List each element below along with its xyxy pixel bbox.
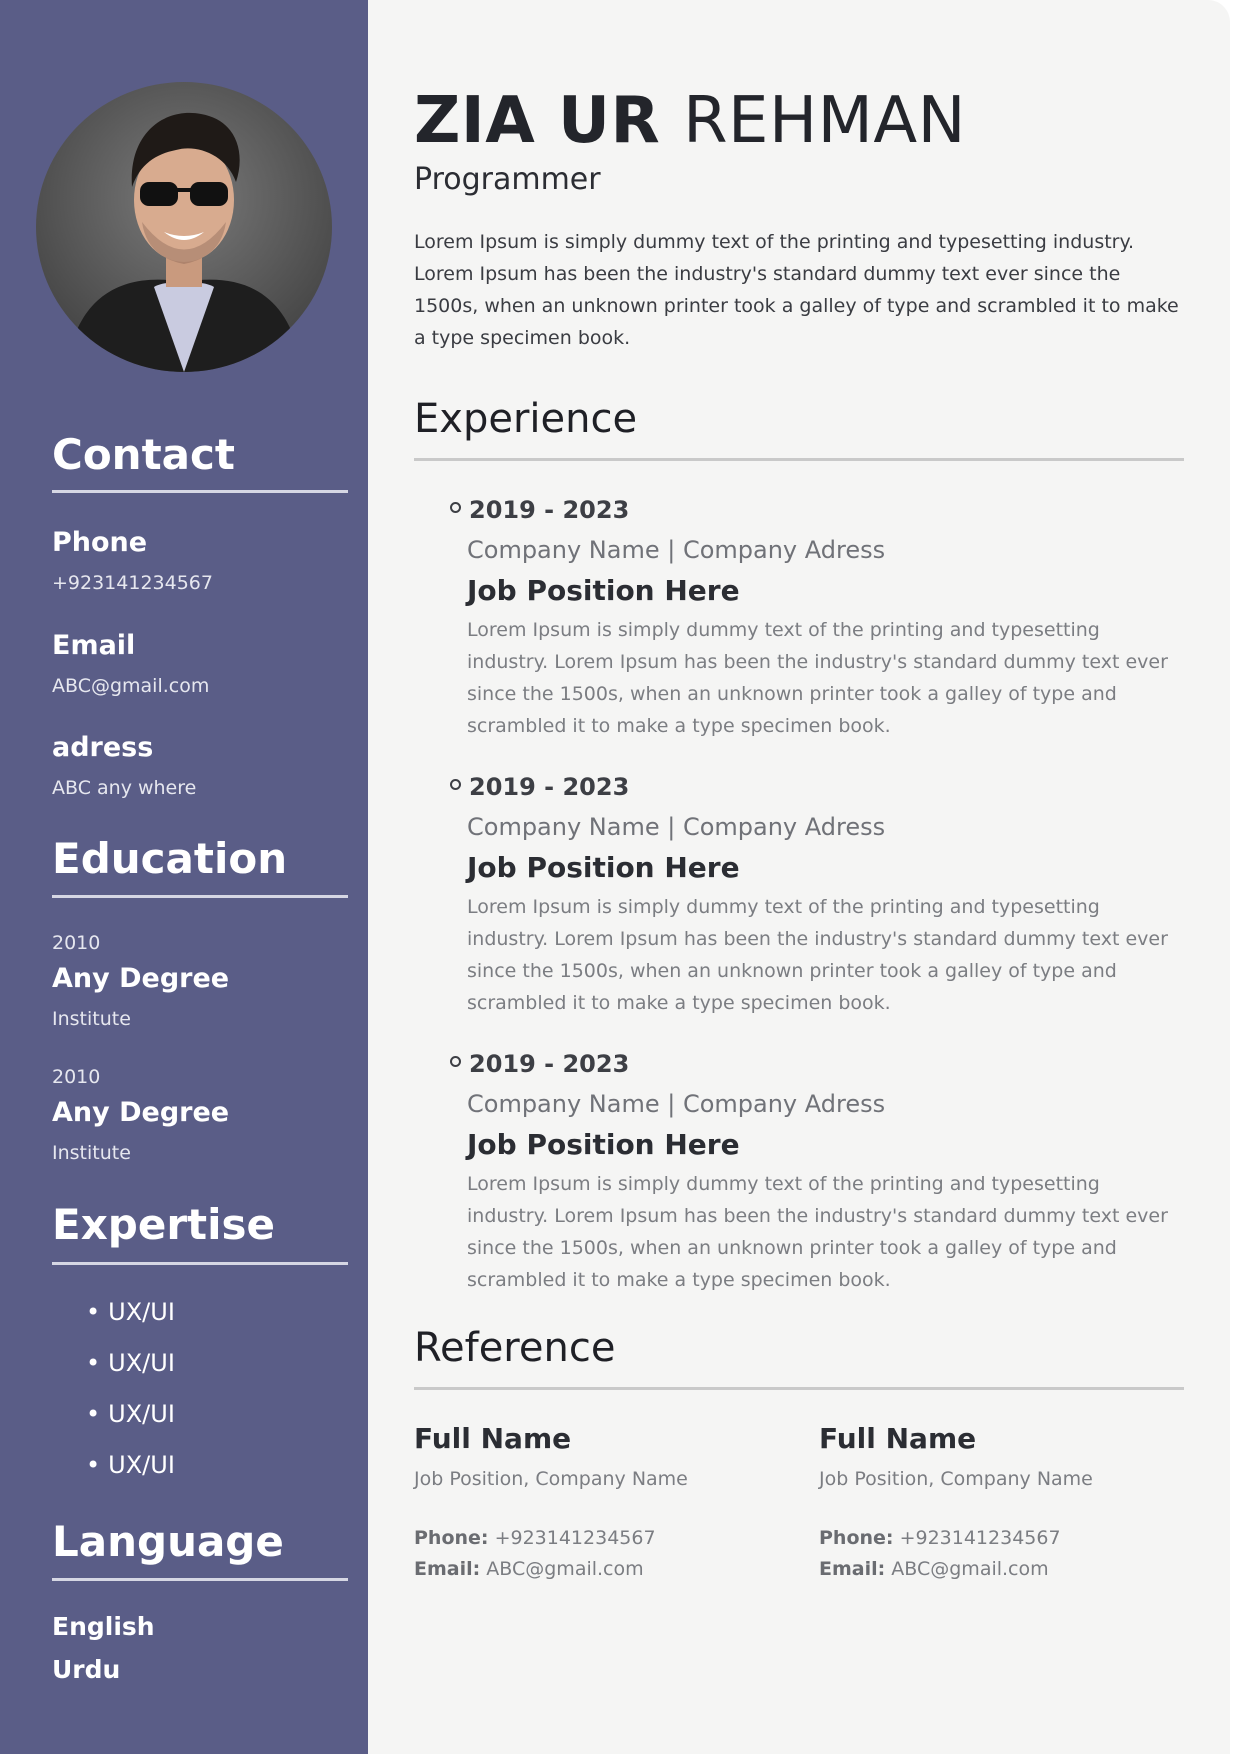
education-year: 2010 [52, 1066, 101, 1088]
job-role: Programmer [414, 162, 601, 197]
reference-position: Job Position, Company Name [819, 1468, 1093, 1490]
experience-dates-text: 2019 - 2023 [469, 773, 630, 801]
experience-company: Company Name | Company Adress [467, 1090, 886, 1118]
phone-label: Phone [52, 527, 148, 558]
education-institute: Institute [52, 1008, 131, 1030]
education-year: 2010 [52, 932, 101, 954]
education-degree: Any Degree [52, 963, 230, 994]
profile-summary: Lorem Ipsum is simply dummy text of the … [414, 231, 1179, 349]
language-item: Urdu [52, 1655, 121, 1684]
experience-position: Job Position Here [467, 574, 740, 607]
reference-name: Full Name [414, 1422, 572, 1455]
education-institute: Institute [52, 1142, 131, 1164]
reference-phone-label: Phone: [414, 1527, 489, 1549]
reference-email-label: Email: [414, 1558, 481, 1580]
reference-email: Email: ABC@gmail.com [414, 1558, 644, 1580]
resume-sheet: Contact Phone +923141234567 Email ABC@gm… [0, 0, 1230, 1754]
experience-description: Lorem Ipsum is simply dummy text of the … [467, 619, 1168, 737]
email-label: Email [52, 630, 136, 661]
language-heading: Language [52, 1517, 284, 1566]
experience-heading: Experience [414, 396, 638, 442]
reference-divider [414, 1387, 1184, 1390]
reference-email-label: Email: [819, 1558, 886, 1580]
last-name: REHMAN [683, 84, 966, 158]
reference-phone-label: Phone: [819, 1527, 894, 1549]
reference-heading: Reference [414, 1325, 616, 1371]
reference-phone: Phone: +923141234567 [414, 1527, 656, 1549]
reference-phone: Phone: +923141234567 [819, 1527, 1061, 1549]
email-value: ABC@gmail.com [52, 675, 210, 697]
experience-description: Lorem Ipsum is simply dummy text of the … [467, 896, 1168, 1014]
contact-heading: Contact [52, 430, 235, 479]
person-name: ZIA UR REHMAN [414, 84, 966, 158]
reference-email: Email: ABC@gmail.com [819, 1558, 1049, 1580]
expertise-item: UX/UI [86, 1298, 175, 1326]
experience-company: Company Name | Company Adress [467, 813, 886, 841]
reference-phone-value: +923141234567 [899, 1527, 1061, 1549]
experience-dates: 2019 - 2023 [450, 1050, 629, 1078]
experience-position: Job Position Here [467, 851, 740, 884]
reference-name: Full Name [819, 1422, 977, 1455]
resume-page: Contact Phone +923141234567 Email ABC@gm… [0, 0, 1241, 1754]
education-heading: Education [52, 834, 288, 883]
experience-divider [414, 458, 1184, 461]
experience-dates: 2019 - 2023 [450, 496, 629, 524]
profile-photo-image [36, 82, 332, 372]
bullet-icon [450, 501, 461, 513]
bullet-icon [450, 1055, 461, 1067]
reference-phone-value: +923141234567 [494, 1527, 656, 1549]
language-item: English [52, 1612, 155, 1641]
expertise-divider [52, 1262, 348, 1265]
reference-email-value: ABC@gmail.com [486, 1558, 644, 1580]
experience-dates-text: 2019 - 2023 [469, 1050, 630, 1078]
bullet-icon [450, 778, 461, 790]
reference-position: Job Position, Company Name [414, 1468, 688, 1490]
expertise-item: UX/UI [86, 1400, 175, 1428]
first-name: ZIA UR [414, 84, 661, 158]
expertise-item: UX/UI [86, 1349, 175, 1377]
education-divider [52, 895, 348, 898]
sidebar: Contact Phone +923141234567 Email ABC@gm… [0, 0, 368, 1754]
expertise-item: UX/UI [86, 1451, 175, 1479]
experience-dates: 2019 - 2023 [450, 773, 629, 801]
address-value: ABC any where [52, 777, 197, 799]
address-label: adress [52, 732, 154, 763]
experience-dates-text: 2019 - 2023 [469, 496, 630, 524]
expertise-heading: Expertise [52, 1200, 276, 1249]
phone-value: +923141234567 [52, 572, 213, 594]
education-degree: Any Degree [52, 1097, 230, 1128]
experience-company: Company Name | Company Adress [467, 536, 886, 564]
reference-email-value: ABC@gmail.com [891, 1558, 1049, 1580]
contact-divider [52, 490, 348, 493]
experience-description: Lorem Ipsum is simply dummy text of the … [467, 1173, 1168, 1291]
experience-position: Job Position Here [467, 1128, 740, 1161]
language-divider [52, 1578, 348, 1581]
profile-photo [36, 82, 332, 372]
